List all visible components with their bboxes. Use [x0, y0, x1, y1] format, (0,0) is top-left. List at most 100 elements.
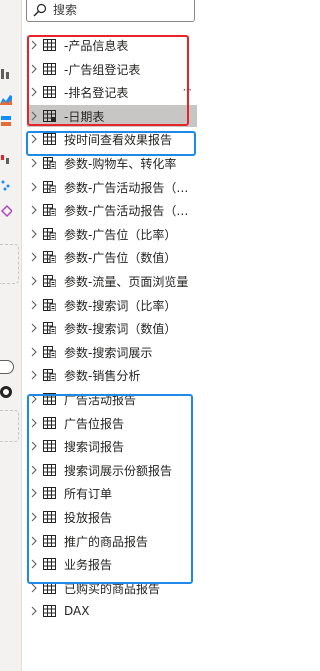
- table-row[interactable]: 参数-搜索词（数值）: [27, 317, 197, 339]
- table-row[interactable]: 已购买的商品报告: [27, 577, 197, 599]
- parameter-table-icon: [43, 275, 57, 288]
- waterfall-chart-icon[interactable]: [0, 152, 12, 166]
- drop-zone-placeholder[interactable]: [0, 244, 19, 284]
- table-icon: [43, 39, 56, 51]
- chevron-right-icon[interactable]: [29, 558, 39, 570]
- table-name: 投放报告: [64, 510, 113, 525]
- table-name: 参数-购物车、转化率: [64, 156, 177, 171]
- parameter-table-icon: [43, 299, 57, 312]
- pane-divider[interactable]: [21, 0, 22, 671]
- table-row[interactable]: -广告组登记表: [27, 58, 197, 80]
- parameter-table-icon: [43, 251, 57, 264]
- area-chart-icon[interactable]: [0, 92, 12, 106]
- visualizations-pane-strip: [0, 0, 22, 671]
- table-icon: [43, 511, 56, 523]
- table-row[interactable]: 投放报告: [27, 506, 197, 528]
- table-row[interactable]: DAX: [27, 600, 197, 622]
- radio-knob[interactable]: [0, 386, 12, 398]
- chevron-right-icon[interactable]: [29, 346, 39, 358]
- table-name: 按时间查看效果报告: [64, 132, 173, 147]
- table-row[interactable]: 参数-广告活动报告（数...: [27, 199, 197, 221]
- table-row[interactable]: 搜索词报告: [27, 435, 197, 457]
- table-row[interactable]: -排名登记表 ···: [27, 81, 197, 103]
- table-row[interactable]: 参数-流量、页面浏览量: [27, 270, 197, 292]
- table-row[interactable]: 广告位报告: [27, 412, 197, 434]
- table-name: 参数-广告位（比率）: [64, 227, 177, 242]
- parameter-table-icon: [43, 369, 57, 382]
- table-row[interactable]: 参数-搜索词展示: [27, 341, 197, 363]
- table-name: 广告位报告: [64, 416, 125, 431]
- toggle-switch[interactable]: [0, 360, 14, 374]
- table-row[interactable]: 参数-广告位（比率）: [27, 223, 197, 245]
- table-name: 搜索词报告: [64, 439, 125, 454]
- chevron-right-icon[interactable]: [29, 369, 39, 381]
- table-icon: [43, 605, 56, 617]
- chevron-right-icon[interactable]: [29, 417, 39, 429]
- table-row[interactable]: -产品信息表: [27, 34, 197, 56]
- parameter-table-icon: [43, 181, 57, 194]
- search-input[interactable]: [53, 2, 183, 18]
- chevron-right-icon[interactable]: [29, 487, 39, 499]
- table-row[interactable]: 参数-广告活动报告（比...: [27, 176, 197, 198]
- table-name: -日期表: [64, 109, 105, 124]
- table-row[interactable]: 业务报告: [27, 553, 197, 575]
- chevron-right-icon[interactable]: [29, 110, 39, 122]
- table-row[interactable]: 推广的商品报告: [27, 530, 197, 552]
- table-icon: [43, 535, 56, 547]
- table-row[interactable]: -日期表: [27, 105, 197, 127]
- table-name: DAX: [64, 604, 90, 618]
- table-icon: [43, 582, 56, 594]
- table-name: 参数-广告活动报告（数...: [64, 203, 197, 218]
- ribbon-chart-icon[interactable]: [0, 114, 12, 128]
- chevron-right-icon[interactable]: [29, 275, 39, 287]
- table-row[interactable]: 广告活动报告: [27, 388, 197, 410]
- chevron-right-icon[interactable]: [29, 251, 39, 263]
- table-name: 参数-销售分析: [64, 368, 141, 383]
- chevron-right-icon[interactable]: [29, 39, 39, 51]
- chevron-right-icon[interactable]: [29, 181, 39, 193]
- parameter-table-icon: [43, 228, 57, 241]
- chevron-right-icon[interactable]: [29, 204, 39, 216]
- chevron-right-icon[interactable]: [29, 157, 39, 169]
- table-icon: [43, 464, 56, 476]
- table-name: 参数-搜索词展示: [64, 345, 153, 360]
- table-row[interactable]: 参数-广告位（数值）: [27, 246, 197, 268]
- table-row[interactable]: 按时间查看效果报告: [27, 128, 197, 150]
- chevron-right-icon[interactable]: [29, 322, 39, 334]
- chevron-right-icon[interactable]: [29, 86, 39, 98]
- table-icon: [43, 417, 56, 429]
- funnel-chart-icon[interactable]: [0, 204, 12, 218]
- chevron-right-icon[interactable]: [29, 535, 39, 547]
- table-row[interactable]: 参数-销售分析: [27, 364, 197, 386]
- table-row[interactable]: 所有订单: [27, 482, 197, 504]
- parameter-table-icon: [43, 346, 57, 359]
- parameter-table-icon: [43, 204, 57, 217]
- chevron-right-icon[interactable]: [29, 511, 39, 523]
- table-name: 搜索词展示份额报告: [64, 463, 173, 478]
- chevron-right-icon[interactable]: [29, 393, 39, 405]
- table-row[interactable]: 参数-搜索词（比率）: [27, 294, 197, 316]
- table-icon: [43, 558, 56, 570]
- chevron-right-icon[interactable]: [29, 299, 39, 311]
- parameter-table-icon: [43, 322, 57, 335]
- chevron-right-icon[interactable]: [29, 582, 39, 594]
- drop-zone-placeholder[interactable]: [0, 410, 19, 442]
- table-icon: [43, 393, 56, 405]
- scatter-chart-icon[interactable]: [0, 178, 12, 192]
- table-row[interactable]: 搜索词展示份额报告: [27, 459, 197, 481]
- chevron-right-icon[interactable]: [29, 133, 39, 145]
- table-name: 所有订单: [64, 486, 113, 501]
- table-name: 参数-搜索词（数值）: [64, 321, 177, 336]
- stacked-chart-icon[interactable]: [0, 66, 12, 80]
- table-row[interactable]: 参数-购物车、转化率: [27, 152, 197, 174]
- chevron-right-icon[interactable]: [29, 464, 39, 476]
- chevron-right-icon[interactable]: [29, 228, 39, 240]
- chevron-right-icon[interactable]: [29, 605, 39, 617]
- table-name: -产品信息表: [64, 38, 129, 53]
- chevron-right-icon[interactable]: [29, 63, 39, 75]
- table-name: 业务报告: [64, 557, 113, 572]
- chevron-right-icon[interactable]: [29, 440, 39, 452]
- more-options-icon[interactable]: ···: [183, 83, 193, 97]
- search-box[interactable]: [26, 0, 195, 22]
- search-icon: [33, 3, 47, 17]
